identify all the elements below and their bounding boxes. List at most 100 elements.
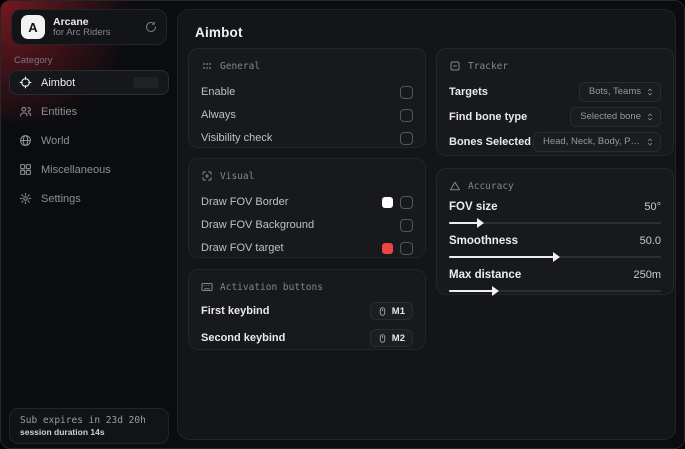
app-window: A Arcane for Arc Riders Category Aimbot	[0, 0, 685, 449]
targets-select[interactable]: Bots, Teams	[579, 82, 661, 102]
slider-fill	[449, 290, 494, 292]
activation-card: Activation buttons First keybind M1 Seco…	[188, 269, 426, 350]
smoothness-setting: Smoothness 50.0	[449, 233, 661, 261]
slider-fill	[449, 222, 479, 224]
enable-checkbox[interactable]	[400, 86, 413, 99]
sidebar-item-label: Aimbot	[41, 77, 75, 89]
slider-label: Smoothness	[449, 235, 518, 247]
sidebar-item-settings[interactable]: Settings	[9, 186, 169, 211]
main-panel: Aimbot General Enable Always Visibility …	[177, 9, 676, 440]
first-keybind-button[interactable]: M1	[370, 302, 413, 320]
keybind-value: M1	[392, 306, 405, 317]
tracker-card: Tracker Targets Bots, Teams Find bone ty…	[436, 48, 674, 156]
gear-icon	[19, 192, 32, 205]
select-value: Head, Neck, Body, Pe...	[543, 136, 641, 147]
sidebar-item-miscellaneous[interactable]: Miscellaneous	[9, 157, 169, 182]
second-keybind-button[interactable]: M2	[370, 329, 413, 347]
grip-dots-icon	[201, 60, 213, 72]
card-title: Accuracy	[468, 181, 514, 192]
select-value: Selected bone	[580, 111, 641, 122]
slider-value: 250m	[633, 269, 661, 281]
sidebar-item-label: Miscellaneous	[41, 164, 111, 176]
card-title: General	[220, 61, 260, 72]
slider-label: Max distance	[449, 269, 521, 281]
setting-row: First keybind M1	[201, 299, 413, 323]
setting-label: Second keybind	[201, 332, 285, 344]
square-minus-icon	[449, 60, 461, 72]
draw-fov-background-checkbox[interactable]	[400, 219, 413, 232]
slider-label: FOV size	[449, 201, 498, 213]
general-card: General Enable Always Visibility check	[188, 48, 426, 148]
avatar: A	[21, 15, 45, 39]
setting-row: Always	[201, 104, 413, 126]
sidebar-item-label: Settings	[41, 193, 81, 205]
slider-thumb[interactable]	[492, 286, 499, 296]
always-checkbox[interactable]	[400, 109, 413, 122]
setting-label: Targets	[449, 86, 488, 98]
card-title: Visual	[220, 171, 254, 182]
mouse-icon	[378, 306, 387, 317]
chevrons-up-down-icon	[645, 87, 655, 97]
slider-thumb[interactable]	[553, 252, 560, 262]
refresh-icon[interactable]	[145, 21, 157, 33]
setting-label: Always	[201, 109, 236, 121]
focus-plus-icon	[201, 170, 213, 182]
draw-fov-border-checkbox[interactable]	[400, 196, 413, 209]
sidebar-item-entities[interactable]: Entities	[9, 99, 169, 124]
fov-size-slider[interactable]	[449, 219, 661, 227]
setting-row: Second keybind M2	[201, 326, 413, 350]
mouse-icon	[378, 333, 387, 344]
triangle-icon	[449, 180, 461, 192]
card-title: Activation buttons	[220, 282, 323, 293]
visual-card: Visual Draw FOV Border Draw FOV Backgrou…	[188, 158, 426, 258]
slider-fill	[449, 256, 555, 258]
setting-label: Draw FOV target	[201, 242, 284, 254]
slider-thumb[interactable]	[477, 218, 484, 228]
setting-label: Find bone type	[449, 111, 527, 123]
fov-target-color-swatch[interactable]	[382, 243, 393, 254]
sidebar-item-label: World	[41, 135, 70, 147]
smoothness-slider[interactable]	[449, 253, 661, 261]
setting-row: Draw FOV target	[201, 237, 413, 259]
sidebar-item-label: Entities	[41, 106, 77, 118]
find-bone-type-select[interactable]: Selected bone	[570, 107, 661, 127]
setting-label: Enable	[201, 86, 235, 98]
fov-size-setting: FOV size 50°	[449, 199, 661, 227]
setting-label: Visibility check	[201, 132, 272, 144]
fov-border-color-swatch[interactable]	[382, 197, 393, 208]
select-value: Bots, Teams	[589, 86, 641, 97]
setting-label: Draw FOV Background	[201, 219, 314, 231]
setting-row: Targets Bots, Teams	[449, 79, 661, 104]
hotkey-hint-pill	[133, 77, 159, 88]
draw-fov-target-checkbox[interactable]	[400, 242, 413, 255]
users-icon	[19, 105, 32, 118]
bones-selected-select[interactable]: Head, Neck, Body, Pe...	[533, 132, 661, 152]
general-card-header: General	[201, 59, 413, 73]
sidebar: A Arcane for Arc Riders Category Aimbot	[1, 1, 177, 448]
chevrons-up-down-icon	[645, 137, 655, 147]
crosshair-icon	[19, 76, 32, 89]
setting-label: Draw FOV Border	[201, 196, 288, 208]
keybind-value: M2	[392, 333, 405, 344]
visibility-check-checkbox[interactable]	[400, 132, 413, 145]
session-duration-text: session duration 14s	[20, 427, 158, 437]
setting-row: Find bone type Selected bone	[449, 104, 661, 129]
setting-row: Draw FOV Border	[201, 191, 413, 213]
slider-value: 50°	[644, 201, 661, 213]
slider-value: 50.0	[640, 235, 661, 247]
page-title: Aimbot	[195, 25, 243, 40]
tracker-card-header: Tracker	[449, 59, 661, 73]
chevrons-up-down-icon	[645, 112, 655, 122]
brand-text: Arcane for Arc Riders	[53, 16, 111, 39]
sidebar-item-aimbot[interactable]: Aimbot	[9, 70, 169, 95]
max-distance-setting: Max distance 250m	[449, 267, 661, 295]
setting-row: Visibility check	[201, 127, 413, 149]
max-distance-slider[interactable]	[449, 287, 661, 295]
accuracy-card-header: Accuracy	[449, 179, 661, 193]
setting-label: First keybind	[201, 305, 269, 317]
brand-subtitle: for Arc Riders	[53, 28, 111, 39]
card-title: Tracker	[468, 61, 508, 72]
layout-grid-icon	[19, 163, 32, 176]
setting-row: Draw FOV Background	[201, 214, 413, 236]
sidebar-item-world[interactable]: World	[9, 128, 169, 153]
